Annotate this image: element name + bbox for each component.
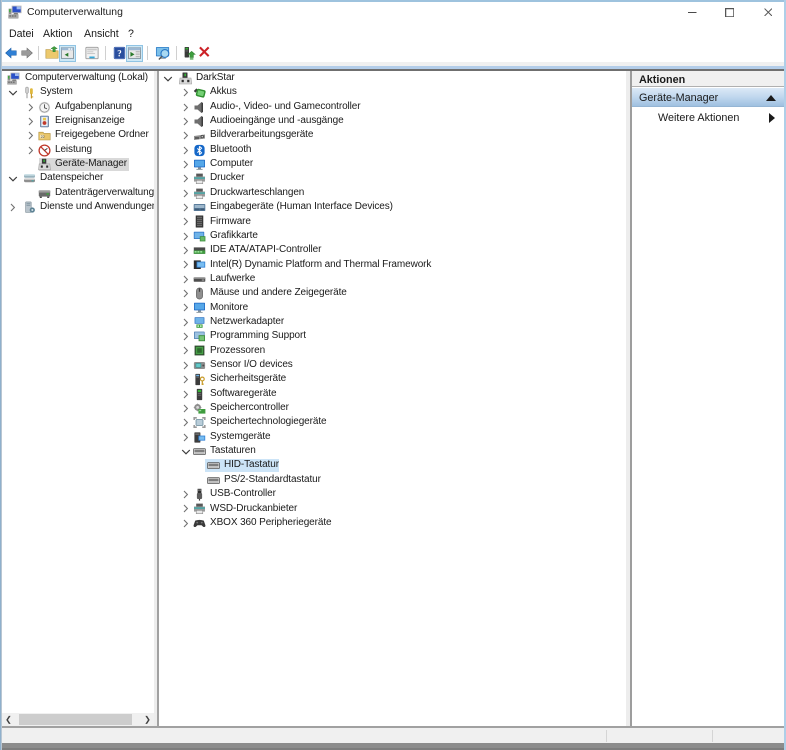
svg-text:?: ? (117, 48, 121, 58)
svg-text:22: 22 (41, 135, 45, 139)
